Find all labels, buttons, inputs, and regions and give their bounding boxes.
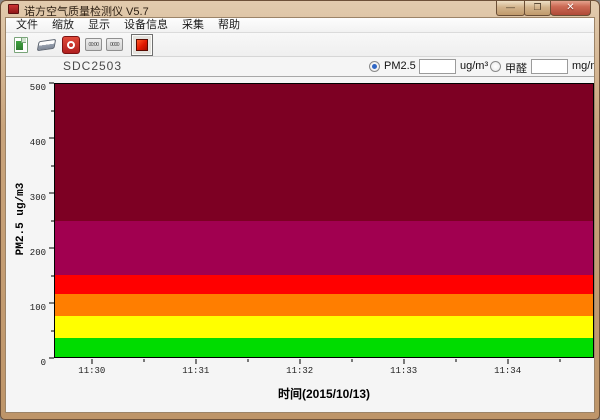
- x-axis-title: 时间(2015/10/13): [277, 387, 371, 401]
- y-tick-label: 300: [29, 193, 46, 203]
- formaldehyde-radio[interactable]: [490, 61, 501, 72]
- timer-button-2[interactable]: 0000: [106, 38, 123, 51]
- title-bar[interactable]: 诺方空气质量检测仪 V5.7 — ❐ ✕: [1, 1, 599, 18]
- panel-separator: [6, 76, 594, 77]
- toolbar: 00:00 0000: [6, 33, 594, 57]
- excel-export-icon: [14, 36, 28, 53]
- timer-button-1[interactable]: 00:00: [85, 38, 102, 51]
- x-tick-label: 11:33: [390, 366, 418, 376]
- x-tick-label: 11:30: [78, 366, 106, 376]
- maximize-button[interactable]: ❐: [524, 1, 551, 16]
- x-major-tick: [299, 359, 301, 364]
- pm25-value-input[interactable]: [419, 59, 456, 74]
- caption-buttons: — ❐ ✕: [496, 1, 591, 16]
- menu-device-info[interactable]: 设备信息: [117, 18, 175, 32]
- x-major-tick: [507, 359, 509, 364]
- export-excel-button[interactable]: [11, 35, 31, 55]
- formaldehyde-unit-label: mg/m³: [572, 60, 594, 72]
- power-icon: [62, 35, 80, 54]
- power-button[interactable]: [61, 35, 81, 55]
- content-area: SDC2503 PM2.5 ug/m³ 甲醛 mg/m³ PM2.5 ug/m3…: [6, 57, 594, 412]
- x-minor-tick: [559, 359, 561, 362]
- pm25-label: PM2.5: [384, 60, 416, 72]
- x-major-tick: [195, 359, 197, 364]
- menu-file[interactable]: 文件: [9, 18, 45, 32]
- x-minor-tick: [143, 359, 145, 362]
- y-tick-label: 200: [29, 248, 46, 258]
- red-square-icon: [136, 38, 148, 51]
- color-band: [55, 275, 593, 295]
- clear-button[interactable]: [36, 35, 56, 55]
- y-axis: 0 100 200 300 400 500: [6, 82, 54, 368]
- client-area: 文件 缩放 显示 设备信息 采集 帮助 00:00 0000 SDC2503 P…: [5, 17, 595, 413]
- close-button[interactable]: ✕: [550, 1, 591, 16]
- eraser-icon: [36, 38, 56, 51]
- y-tick-label: 400: [29, 138, 46, 148]
- chart-plot-area[interactable]: [54, 83, 594, 358]
- formaldehyde-label: 甲醛: [505, 63, 527, 75]
- color-band: [55, 316, 593, 338]
- x-major-tick: [403, 359, 405, 364]
- x-minor-tick: [247, 359, 249, 362]
- menu-collect[interactable]: 采集: [175, 18, 211, 32]
- y-tick-label: 100: [29, 303, 46, 313]
- pm25-radio[interactable]: [369, 61, 380, 72]
- menu-zoom[interactable]: 缩放: [45, 18, 81, 32]
- x-tick-label: 11:31: [182, 366, 210, 376]
- color-band: [55, 294, 593, 317]
- formaldehyde-value-input[interactable]: [531, 59, 568, 74]
- menu-help[interactable]: 帮助: [211, 18, 247, 32]
- y-tick-label: 500: [29, 83, 46, 93]
- menu-bar: 文件 缩放 显示 设备信息 采集 帮助: [6, 18, 594, 33]
- measurement-selector-row: PM2.5 ug/m³ 甲醛 mg/m³: [366, 58, 594, 75]
- x-tick-label: 11:34: [494, 366, 522, 376]
- color-band: [55, 220, 593, 276]
- y-tick-label: 0: [40, 358, 46, 368]
- app-icon: [8, 4, 19, 14]
- x-tick-label: 11:32: [286, 366, 314, 376]
- app-window: 诺方空气质量检测仪 V5.7 — ❐ ✕ 文件 缩放 显示 设备信息 采集 帮助: [0, 0, 600, 420]
- x-minor-tick: [351, 359, 353, 362]
- device-model-label: SDC2503: [63, 59, 123, 73]
- color-band: [55, 84, 593, 221]
- record-stop-button[interactable]: [131, 33, 153, 56]
- x-minor-tick: [455, 359, 457, 362]
- x-major-tick: [91, 359, 93, 364]
- pm25-unit-label: ug/m³: [460, 60, 489, 72]
- minimize-button[interactable]: —: [496, 1, 525, 16]
- menu-display[interactable]: 显示: [81, 18, 117, 32]
- color-band: [55, 337, 593, 357]
